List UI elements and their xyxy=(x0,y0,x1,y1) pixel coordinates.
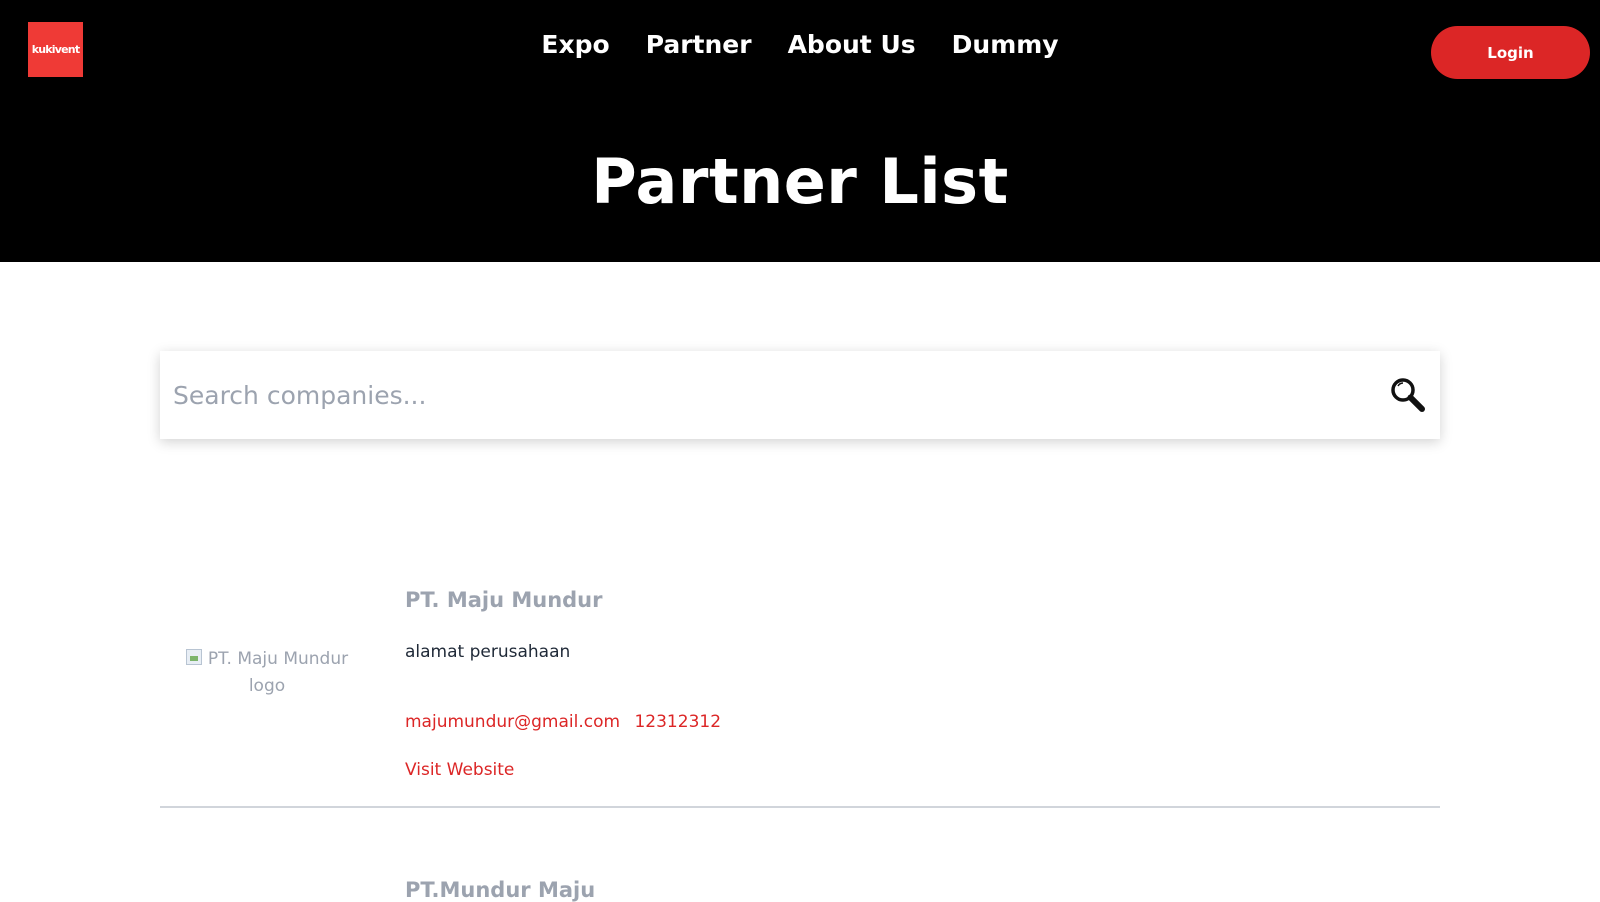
partner-card: PT.Mundur Maju xyxy=(160,878,1440,902)
partner-address: alamat perusahaan xyxy=(405,642,571,662)
main-nav: Expo Partner About Us Dummy xyxy=(0,30,1600,59)
partner-email-link[interactable]: majumundur@gmail.com xyxy=(405,712,620,732)
page-title: Partner List xyxy=(591,145,1009,218)
partner-card: PT. Maju Mundur logo PT. Maju Mundur ala… xyxy=(160,588,1440,818)
login-button[interactable]: Login xyxy=(1431,26,1590,79)
partner-logo-alt: PT. Maju Mundur logo xyxy=(207,649,349,696)
partner-name: PT.Mundur Maju xyxy=(405,878,596,902)
nav-item-partner[interactable]: Partner xyxy=(646,30,752,59)
broken-image-icon xyxy=(185,649,202,665)
divider xyxy=(160,806,1440,808)
search-input[interactable] xyxy=(173,365,1333,425)
partner-name: PT. Maju Mundur xyxy=(405,588,603,612)
nav-item-about-us[interactable]: About Us xyxy=(788,30,916,59)
search-bar xyxy=(160,351,1440,439)
partner-phone-link[interactable]: 12312312 xyxy=(634,712,721,732)
nav-item-dummy[interactable]: Dummy xyxy=(952,30,1059,59)
nav-item-expo[interactable]: Expo xyxy=(541,30,609,59)
visit-website-link[interactable]: Visit Website xyxy=(405,760,514,780)
partner-logo: PT. Maju Mundur logo xyxy=(182,646,352,700)
site-header: kukivent Expo Partner About Us Dummy Log… xyxy=(0,0,1600,262)
partner-contact: majumundur@gmail.com 12312312 xyxy=(405,712,721,732)
search-icon[interactable] xyxy=(1388,375,1428,415)
